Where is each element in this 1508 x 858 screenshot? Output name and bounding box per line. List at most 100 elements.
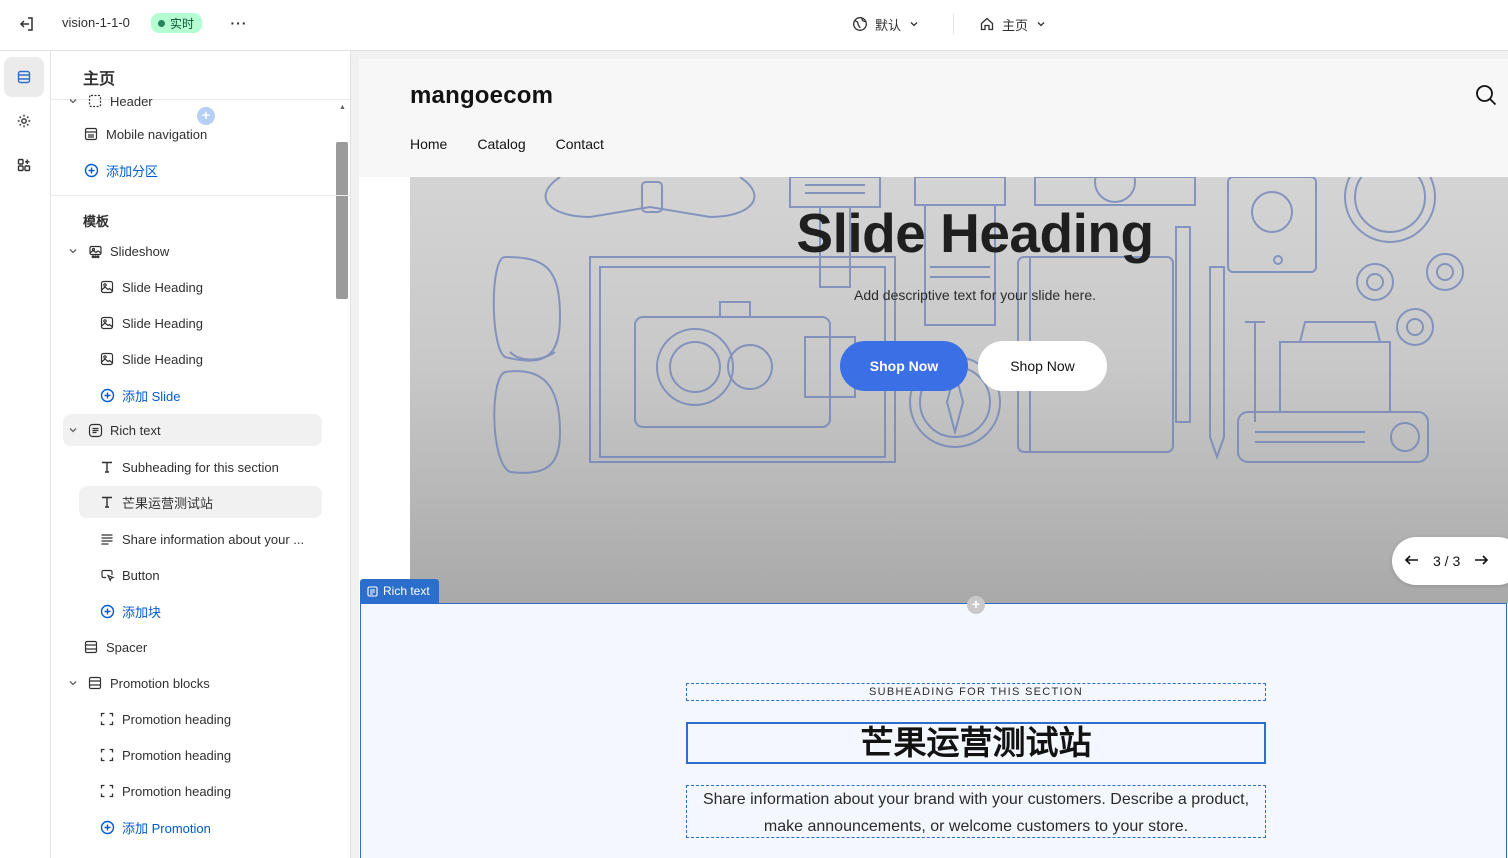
nav-link-home[interactable]: Home	[410, 136, 447, 152]
apps-tab[interactable]	[4, 145, 44, 185]
sidebar-block-slide[interactable]: Slide Heading	[99, 271, 203, 303]
chevron-down-icon	[67, 425, 79, 435]
slide-counter: 3 / 3	[1433, 553, 1461, 569]
slide-pager: 3 / 3	[1392, 537, 1508, 585]
add-slide-button[interactable]: 添加 Slide	[99, 379, 181, 411]
rich-text-paragraph[interactable]: Share information about your brand with …	[686, 785, 1266, 838]
chevron-down-icon	[910, 22, 918, 27]
editor-topbar: vision-1-1-0 实时 ··· 默认 主页	[0, 0, 1508, 51]
slideshow-slide[interactable]: Slide Heading Add descriptive text for y…	[410, 177, 1508, 603]
sidebar-item-label: Share information about your ...	[122, 531, 305, 547]
slide-text[interactable]: Add descriptive text for your slide here…	[410, 287, 1508, 303]
template-group-title: 模板	[83, 214, 110, 229]
language-label: 默认	[875, 17, 902, 33]
sidebar-block-slide[interactable]: Slide Heading	[99, 307, 203, 339]
add-promotion-button[interactable]: 添加 Promotion	[99, 811, 211, 843]
sidebar-item-header[interactable]: Header	[67, 93, 153, 117]
sidebar-block-heading[interactable]: 芒果运营测试站	[79, 486, 322, 518]
plus-circle-icon	[99, 603, 115, 619]
sidebar-block-promotion[interactable]: Promotion heading	[99, 775, 231, 807]
sidebar-title: 主页	[83, 71, 116, 88]
header-section-icon	[87, 93, 103, 109]
insert-section-icon[interactable]: +	[967, 596, 985, 614]
dashed-square-icon	[99, 711, 115, 727]
plus-circle-icon	[99, 387, 115, 403]
add-block-button[interactable]: 添加块	[99, 595, 161, 627]
page-label: 主页	[1002, 17, 1029, 33]
dashed-square-icon	[99, 783, 115, 799]
rich-text-icon	[367, 585, 378, 597]
language-selector[interactable]: 默认	[852, 13, 920, 35]
sidebar-item-label: Spacer	[106, 639, 148, 655]
gear-icon	[17, 114, 31, 128]
exit-icon[interactable]	[16, 13, 38, 35]
arrow-left-icon[interactable]	[1404, 552, 1420, 571]
rich-text-heading[interactable]: 芒果运营测试站	[686, 722, 1266, 764]
sections-tab[interactable]	[4, 57, 44, 97]
section-tag-label: Rich text	[383, 584, 430, 598]
sidebar-item-label: Subheading for this section	[122, 459, 279, 475]
page-selector[interactable]: 主页	[979, 13, 1047, 35]
text-icon	[99, 494, 115, 510]
sidebar-item-label: Promotion heading	[122, 747, 232, 763]
chevron-down-icon	[67, 246, 79, 256]
plus-circle-icon	[99, 819, 115, 835]
theme-name: vision-1-1-0	[62, 15, 130, 30]
sidebar-item-mobile-navigation[interactable]: Mobile navigation	[83, 118, 207, 150]
nav-link-contact[interactable]: Contact	[556, 136, 604, 152]
sidebar-item-label: 芒果运营测试站	[122, 495, 214, 511]
store-header[interactable]: mangoecom Home Catalog Contact	[359, 59, 1508, 177]
sidebar-item-slideshow[interactable]: Slideshow	[67, 235, 169, 267]
editor-rail	[0, 51, 51, 858]
arrow-right-icon[interactable]	[1473, 552, 1489, 571]
nav-link-catalog[interactable]: Catalog	[477, 136, 525, 152]
shop-now-button-secondary[interactable]: Shop Now	[978, 341, 1107, 391]
rich-text-subheading[interactable]: SUBHEADING FOR THIS SECTION	[686, 683, 1266, 701]
store-logo[interactable]: mangoecom	[410, 82, 553, 110]
store-nav: Home Catalog Contact	[410, 136, 604, 152]
shop-now-button-primary[interactable]: Shop Now	[840, 341, 968, 391]
add-section-button[interactable]: 添加分区	[83, 154, 158, 186]
theme-settings-tab[interactable]	[4, 101, 44, 141]
sidebar-block-promotion[interactable]: Promotion heading	[99, 703, 231, 735]
sidebar-item-label: Button	[122, 567, 160, 583]
divider	[953, 14, 954, 34]
sidebar-item-label: Slide Heading	[122, 315, 203, 331]
sidebar-item-label: Promotion heading	[122, 783, 232, 799]
sidebar-item-label: Slide Heading	[122, 351, 203, 367]
more-actions-icon[interactable]: ···	[229, 12, 249, 34]
dashed-square-icon	[99, 747, 115, 763]
divider	[51, 195, 350, 196]
search-icon[interactable]	[1475, 84, 1497, 109]
sidebar-item-spacer[interactable]: Spacer	[83, 631, 147, 663]
scroll-up-icon[interactable]: ▲	[339, 104, 346, 111]
image-icon	[99, 351, 115, 367]
add-block-label: 添加块	[122, 604, 162, 620]
sidebar-block-slide[interactable]: Slide Heading	[99, 343, 203, 375]
sidebar-item-rich-text[interactable]: Rich text	[63, 414, 322, 446]
sidebar-block-button[interactable]: Button	[99, 559, 160, 591]
status-dot	[158, 19, 165, 27]
image-icon	[99, 279, 115, 295]
home-icon	[980, 17, 994, 31]
section-icon	[87, 675, 103, 691]
sidebar-block-text[interactable]: Share information about your ...	[99, 523, 304, 555]
sidebar-block-subheading[interactable]: Subheading for this section	[99, 451, 279, 483]
paragraph-icon	[99, 531, 115, 547]
sidebar-block-promotion[interactable]: Promotion heading	[99, 739, 231, 771]
chevron-down-icon	[67, 96, 79, 106]
chevron-down-icon	[67, 678, 79, 688]
chevron-down-icon	[1037, 22, 1045, 27]
sidebar-scrollbar[interactable]	[336, 142, 348, 299]
sidebar-item-promotion-blocks[interactable]: Promotion blocks	[67, 667, 210, 699]
sidebar-item-label: Slide Heading	[122, 279, 203, 295]
spacer-icon	[83, 639, 99, 655]
sidebar-item-label: Rich text	[110, 422, 161, 438]
button-icon	[99, 567, 115, 583]
slide-heading[interactable]: Slide Heading	[410, 201, 1508, 265]
image-icon	[99, 315, 115, 331]
globe-icon	[853, 17, 867, 31]
add-promotion-label: 添加 Promotion	[122, 820, 211, 836]
section-icon	[83, 126, 99, 142]
add-section-label: 添加分区	[106, 163, 159, 179]
